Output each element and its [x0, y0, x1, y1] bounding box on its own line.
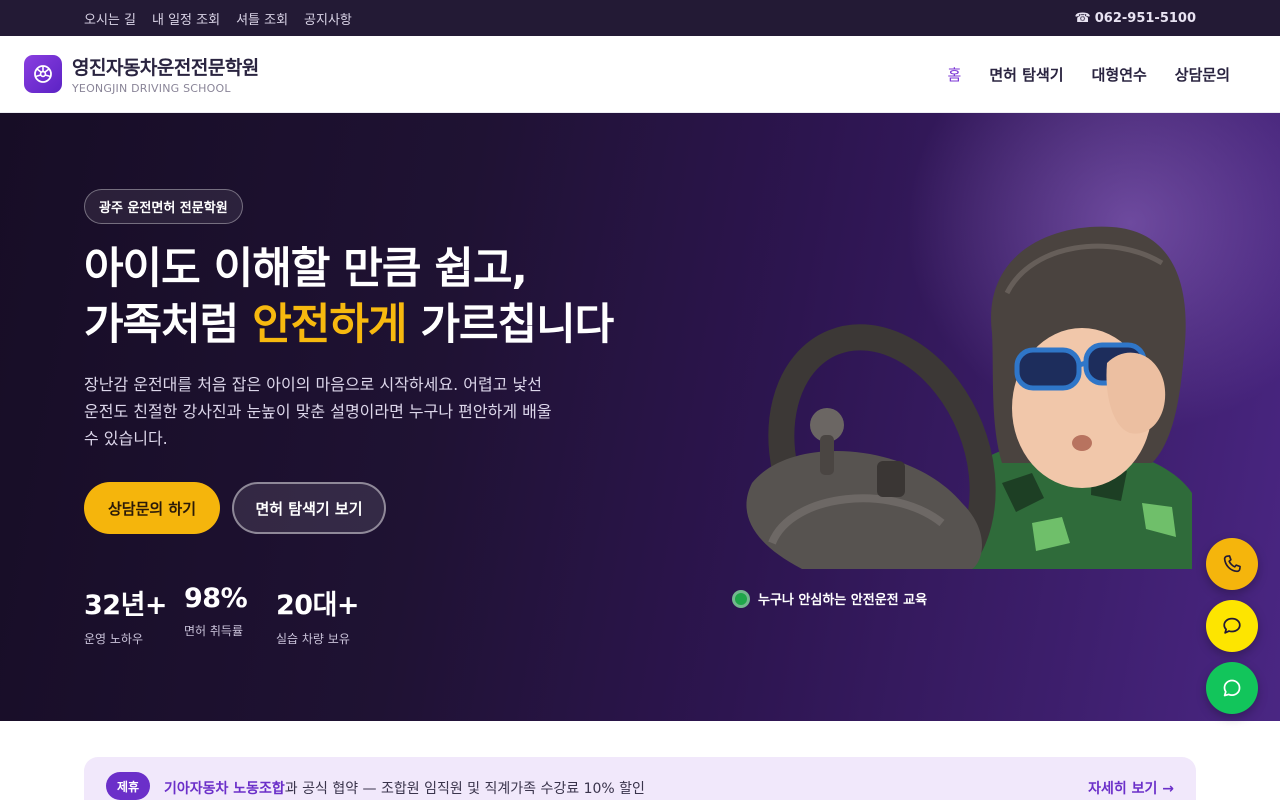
- message-icon: [1223, 679, 1241, 697]
- stat-value: 20대+: [276, 590, 360, 621]
- hero-section: 광주 운전면허 전문학원 아이도 이해할 만큼 쉽고, 가족처럼 안전하게 가르…: [0, 113, 1280, 721]
- hero-child-driver-image: [746, 226, 1192, 569]
- partner-banner: 제휴 기아자동차 노동조합과 공식 협약 — 조합원 임직원 및 직계가족 수강…: [84, 757, 1196, 800]
- partner-more-link[interactable]: 자세히 보기 →: [1088, 778, 1174, 798]
- hero-description: 장난감 운전대를 처음 잡은 아이의 마음으로 시작하세요. 어렵고 낯선 운전…: [84, 375, 552, 448]
- link-my-schedule[interactable]: 내 일정 조회: [152, 9, 220, 28]
- main-nav: 홈 면허 탐색기 대형연수 상담문의: [948, 36, 1230, 113]
- chat-bubble-icon: [1223, 617, 1241, 634]
- topbar-phone[interactable]: ☎ 062-951-5100: [1075, 0, 1196, 36]
- stat-label: 운영 노하우: [84, 632, 144, 646]
- stat-vehicles: 20대+ 실습 차량 보유: [276, 583, 360, 647]
- hero-title-line1: 아이도 이해할 만큼 쉽고,: [84, 244, 528, 294]
- steering-wheel-icon: [34, 65, 52, 83]
- partner-description: 과 공식 협약 — 조합원 임직원 및 직계가족 수강료 10% 할인: [284, 781, 645, 797]
- hero-image-caption: 누구나 안심하는 안전운전 교육: [732, 589, 927, 608]
- site-title[interactable]: 영진자동차운전전문학원: [72, 53, 259, 80]
- phone-number: 062-951-5100: [1094, 10, 1196, 26]
- link-directions[interactable]: 오시는 길: [84, 9, 136, 28]
- hero-title: 아이도 이해할 만큼 쉽고, 가족처럼 안전하게 가르칩니다: [84, 241, 614, 353]
- floating-message-button[interactable]: [1206, 662, 1258, 714]
- link-shuttle[interactable]: 셔틀 조회: [236, 9, 288, 28]
- site-subtitle: YEONGJIN DRIVING SCHOOL: [72, 82, 231, 95]
- stat-value: 98%: [184, 583, 248, 614]
- partner-text: 기아자동차 노동조합과 공식 협약 — 조합원 임직원 및 직계가족 수강료 1…: [164, 778, 645, 798]
- hero-title-line2-post: 가르칩니다: [406, 300, 614, 350]
- caption-text: 누구나 안심하는 안전운전 교육: [758, 593, 928, 608]
- hero-title-highlight: 안전하게: [252, 300, 407, 350]
- nav-home[interactable]: 홈: [948, 64, 962, 85]
- utility-links: 오시는 길 내 일정 조회 셔틀 조회 공지사항: [84, 0, 352, 36]
- site-header: 영진자동차운전전문학원 YEONGJIN DRIVING SCHOOL 홈 면허…: [0, 36, 1280, 113]
- hero-title-line2-pre: 가족처럼: [84, 300, 253, 350]
- nav-large-vehicle-training[interactable]: 대형연수: [1092, 64, 1147, 85]
- stat-pass-rate: 98% 면허 취득률: [184, 583, 248, 639]
- nav-license-explorer[interactable]: 면허 탐색기: [989, 64, 1063, 85]
- stat-value: 32년+: [84, 590, 168, 621]
- stat-experience: 32년+ 운영 노하우: [84, 583, 168, 647]
- license-explorer-button[interactable]: 면허 탐색기 보기: [232, 482, 386, 534]
- stat-label: 면허 취득률: [184, 624, 244, 638]
- logo-mark[interactable]: [24, 55, 62, 93]
- top-utility-bar: 오시는 길 내 일정 조회 셔틀 조회 공지사항 ☎ 062-951-5100: [0, 0, 1280, 36]
- consultation-button[interactable]: 상담문의 하기: [84, 482, 220, 534]
- floating-call-button[interactable]: [1206, 538, 1258, 590]
- status-dot-icon: [732, 589, 750, 608]
- telephone-icon: ☎: [1074, 10, 1091, 26]
- partner-name: 기아자동차 노동조합: [164, 781, 285, 797]
- link-notices[interactable]: 공지사항: [304, 9, 352, 28]
- floating-kakao-button[interactable]: [1206, 600, 1258, 652]
- partner-tag: 제휴: [106, 772, 150, 800]
- stat-label: 실습 차량 보유: [276, 632, 350, 646]
- nav-consultation[interactable]: 상담문의: [1175, 64, 1230, 85]
- hero-badge: 광주 운전면허 전문학원: [84, 189, 243, 224]
- phone-icon: [1223, 555, 1241, 573]
